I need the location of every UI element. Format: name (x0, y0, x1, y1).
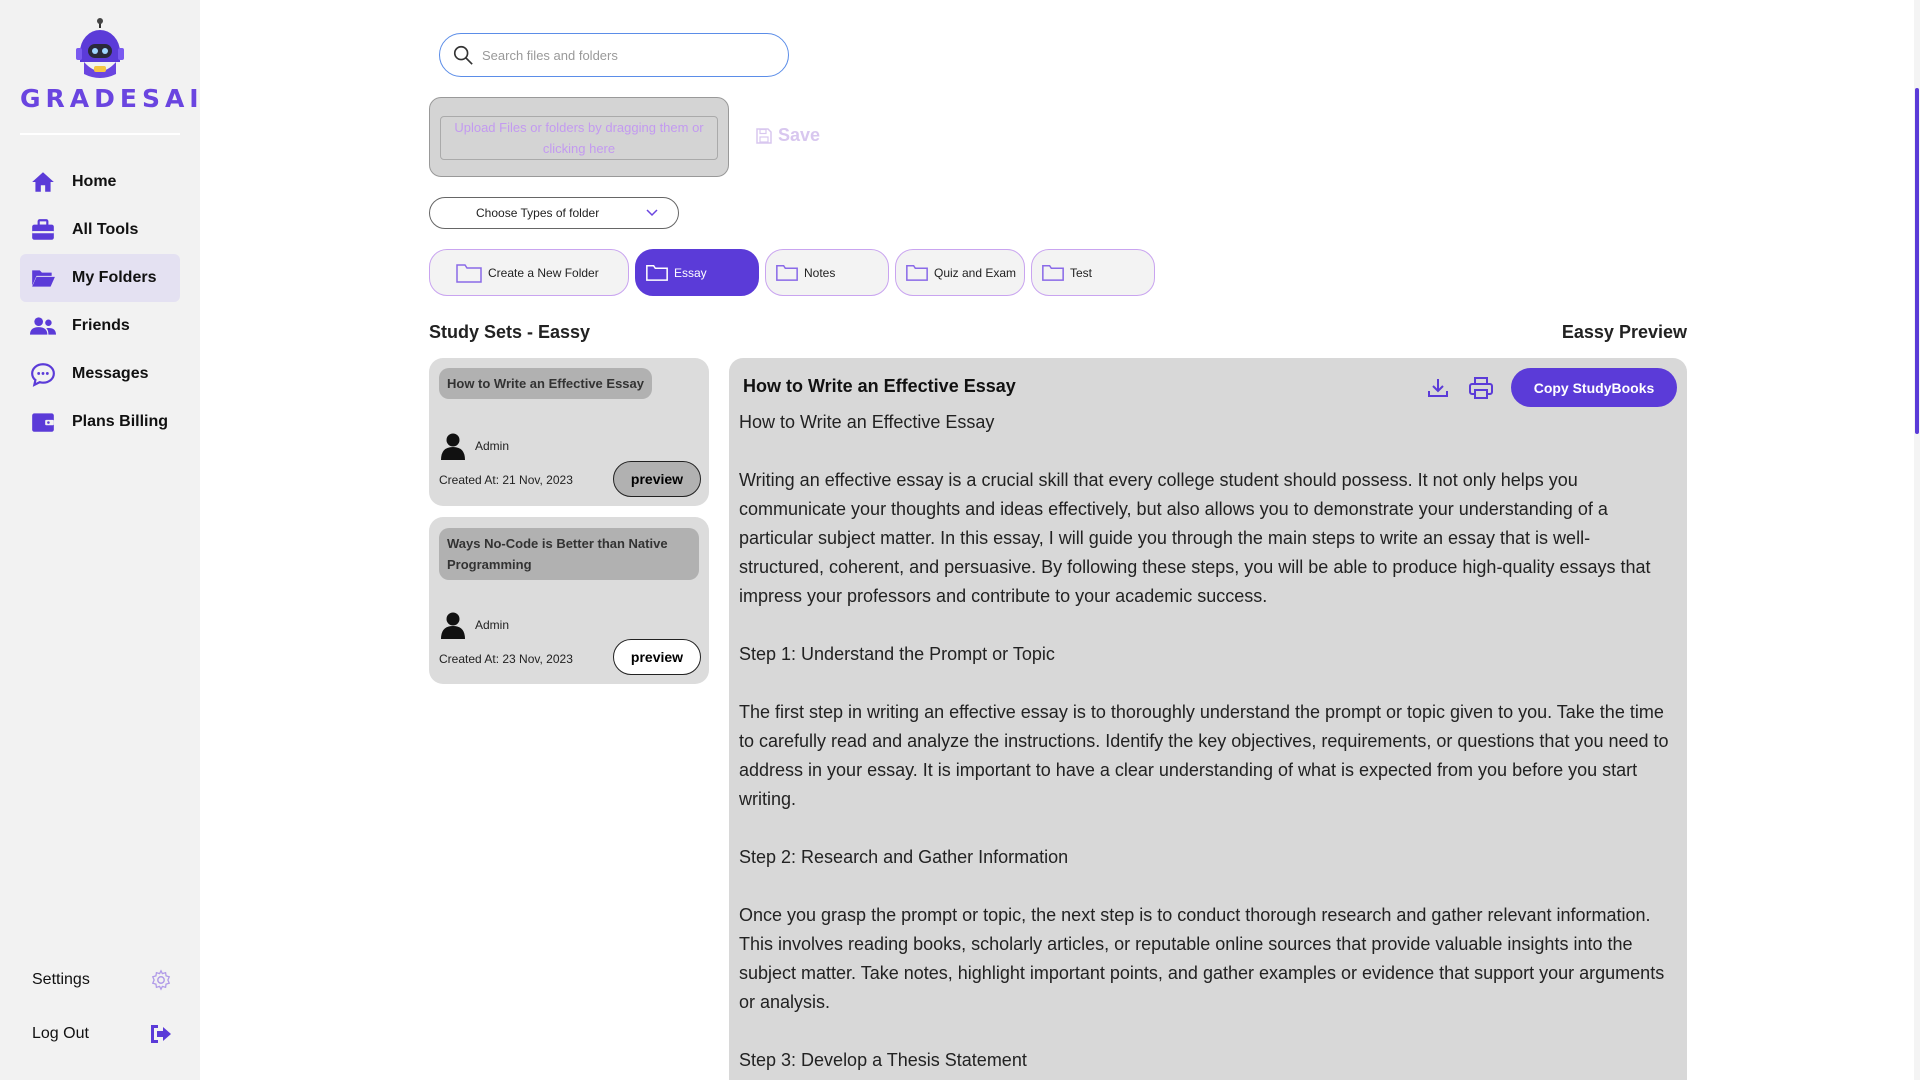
folder-type-select[interactable]: Choose Types of folder (429, 197, 679, 229)
sidebar-nav: Home All Tools My Folders Friends Messag… (20, 158, 180, 446)
folder-tabs: Create a New Folder Essay Notes Quiz and… (429, 249, 1161, 296)
user-silhouette-icon (441, 612, 465, 639)
robot-mascot-icon (76, 18, 124, 78)
floppy-disk-icon (756, 127, 772, 144)
tab-label: Quiz and Exam (934, 265, 1017, 280)
folder-icon (1042, 264, 1064, 281)
folder-icon (776, 264, 798, 281)
folder-icon (906, 264, 928, 281)
sidebar-item-plans-billing[interactable]: Plans Billing (20, 398, 180, 446)
scrollbar-thumb[interactable] (1915, 88, 1919, 434)
essay-paragraph: Step 3: Develop a Thesis Statement (739, 1050, 1027, 1070)
logo[interactable]: GRADESAI (20, 18, 204, 113)
author-name: Admin (475, 439, 510, 453)
tab-label: Create a New Folder (488, 265, 599, 280)
tab-test[interactable]: Test (1031, 249, 1155, 296)
logout-link[interactable]: Log Out (32, 1023, 172, 1045)
user-silhouette-icon (441, 433, 465, 460)
author-name: Admin (475, 618, 510, 632)
tab-quiz-and-exam[interactable]: Quiz and Exam (895, 249, 1025, 296)
download-icon (1428, 379, 1448, 397)
folder-open-icon (32, 270, 55, 287)
home-icon (32, 172, 54, 192)
study-set-date: Created At: 21 Nov, 2023 (439, 473, 573, 487)
essay-paragraph: The first step in writing an effective e… (739, 702, 1669, 809)
print-button[interactable] (1468, 376, 1494, 405)
sidebar-item-label: Plans Billing (72, 413, 169, 430)
save-label: Save (778, 125, 821, 145)
gear-icon (151, 969, 171, 991)
study-sets-title: Study Sets - Eassy (429, 322, 591, 342)
wallet-icon (32, 413, 54, 432)
sidebar-divider (20, 133, 180, 135)
essay-paragraph: Step 2: Research and Gather Information (739, 847, 1069, 867)
search-icon (453, 45, 473, 65)
essay-content: How to Write an Effective Essay Writing … (739, 408, 1674, 1080)
download-button[interactable] (1426, 376, 1450, 405)
essay-paragraph: Once you grasp the prompt or topic, the … (739, 905, 1665, 1012)
settings-link[interactable]: Settings (32, 969, 172, 991)
sidebar-item-home[interactable]: Home (20, 158, 180, 206)
sidebar-item-friends[interactable]: Friends (20, 302, 180, 350)
chevron-down-icon (646, 209, 658, 217)
brand-name: GRADESAI (20, 84, 204, 113)
users-icon (30, 317, 56, 335)
logout-icon (151, 1025, 171, 1043)
sidebar-item-label: All Tools (72, 221, 139, 238)
tab-notes[interactable]: Notes (765, 249, 889, 296)
chat-icon (31, 363, 55, 387)
essay-paragraph: How to Write an Effective Essay (739, 412, 995, 432)
app-root: GRADESAI Home All Tools My Folders Frien… (0, 0, 1920, 1080)
sidebar-item-my-folders[interactable]: My Folders (20, 254, 180, 302)
study-set-author: Admin (441, 432, 509, 460)
sidebar: GRADESAI Home All Tools My Folders Frien… (0, 0, 200, 1080)
preview-heading: How to Write an Effective Essay (743, 376, 1016, 396)
tab-create-new-folder[interactable]: Create a New Folder (429, 249, 629, 296)
essay-paragraph: Writing an effective essay is a crucial … (739, 470, 1651, 606)
preview-button[interactable]: preview (613, 639, 701, 675)
preview-title: Eassy Preview (1561, 322, 1687, 342)
study-set-title: Ways No-Code is Better than Native Progr… (439, 528, 699, 580)
save-button[interactable]: Save (756, 125, 820, 146)
copy-studybooks-button[interactable]: Copy StudyBooks (1511, 368, 1677, 407)
tab-label: Notes (804, 265, 836, 280)
folder-icon (646, 264, 668, 281)
tab-label: Essay (674, 265, 707, 280)
essay-preview-panel: How to Write an Effective Essay Copy Stu… (729, 358, 1687, 1080)
upload-dropzone[interactable]: Upload Files or folders by dragging them… (429, 97, 729, 177)
folder-type-select-label: Choose Types of folder (476, 206, 600, 220)
sidebar-item-label: Home (72, 173, 117, 190)
preview-actions (1426, 376, 1494, 405)
tab-label: Test (1070, 265, 1093, 280)
essay-paragraph: Step 1: Understand the Prompt or Topic (739, 644, 1055, 664)
sidebar-item-messages[interactable]: Messages (20, 350, 180, 398)
folder-icon (456, 263, 482, 283)
study-set-card[interactable]: Ways No-Code is Better than Native Progr… (429, 517, 709, 684)
printer-icon (1469, 377, 1493, 399)
study-set-title: How to Write an Effective Essay (439, 368, 652, 399)
page-scrollbar[interactable] (1914, 0, 1920, 1080)
upload-text: Upload Files or folders by dragging them… (440, 116, 718, 160)
settings-label: Settings (32, 971, 90, 988)
sidebar-item-label: Messages (72, 365, 149, 382)
sidebar-item-label: Friends (72, 317, 130, 334)
study-set-card[interactable]: How to Write an Effective Essay Admin Cr… (429, 358, 709, 506)
logout-label: Log Out (32, 1025, 89, 1042)
search-bar (439, 33, 789, 77)
sidebar-item-all-tools[interactable]: All Tools (20, 206, 180, 254)
toolbox-icon (32, 219, 54, 240)
sidebar-item-label: My Folders (72, 269, 157, 286)
tab-essay[interactable]: Essay (635, 249, 759, 296)
search-input[interactable] (482, 47, 762, 63)
study-set-author: Admin (441, 611, 509, 639)
study-set-date: Created At: 23 Nov, 2023 (439, 652, 573, 666)
preview-button[interactable]: preview (613, 461, 701, 497)
